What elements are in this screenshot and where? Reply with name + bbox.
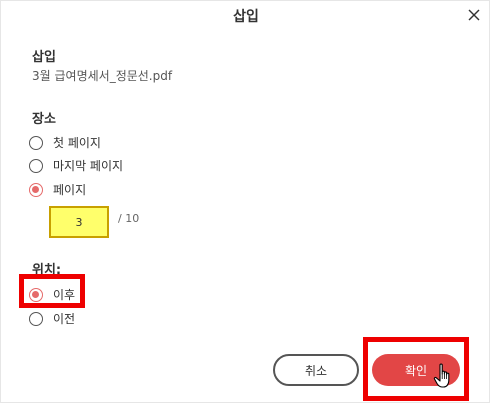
radio-last-page[interactable]: 마지막 페이지 [29,157,123,174]
radio-label: 마지막 페이지 [53,159,124,173]
radio-first-page[interactable]: 첫 페이지 [29,134,101,151]
radio-before[interactable]: 이전 [29,310,75,327]
page-total: / 10 [118,212,140,225]
location-section-heading: 장소 [32,112,56,127]
radio-label: 이전 [53,312,76,326]
radio-button[interactable] [29,158,43,173]
radio-label: 페이지 [53,183,87,197]
radio-button[interactable] [29,135,43,150]
insert-section-heading: 삽입 [32,50,56,65]
radio-button[interactable] [29,311,43,326]
radio-page[interactable]: 페이지 [29,181,86,198]
page-number-input[interactable] [49,206,109,238]
radio-button-checked[interactable] [29,182,43,197]
dialog-title: 삽입 [233,9,259,25]
radio-label: 첫 페이지 [53,136,101,150]
position-section-heading: 위치: [32,263,62,278]
close-icon[interactable] [466,7,482,23]
insert-dialog: 삽입 삽입 3월 급여명세서_정문선.pdf 장소 첫 페이지 마지막 페이지 … [0,0,490,403]
cancel-button[interactable]: 취소 [273,354,359,386]
radio-after[interactable]: 이후 [29,286,75,303]
radio-label: 이후 [53,288,76,302]
file-name: 3월 급여명세서_정문선.pdf [32,69,173,83]
radio-button-checked[interactable] [29,287,43,302]
ok-button[interactable]: 확인 [372,354,460,386]
